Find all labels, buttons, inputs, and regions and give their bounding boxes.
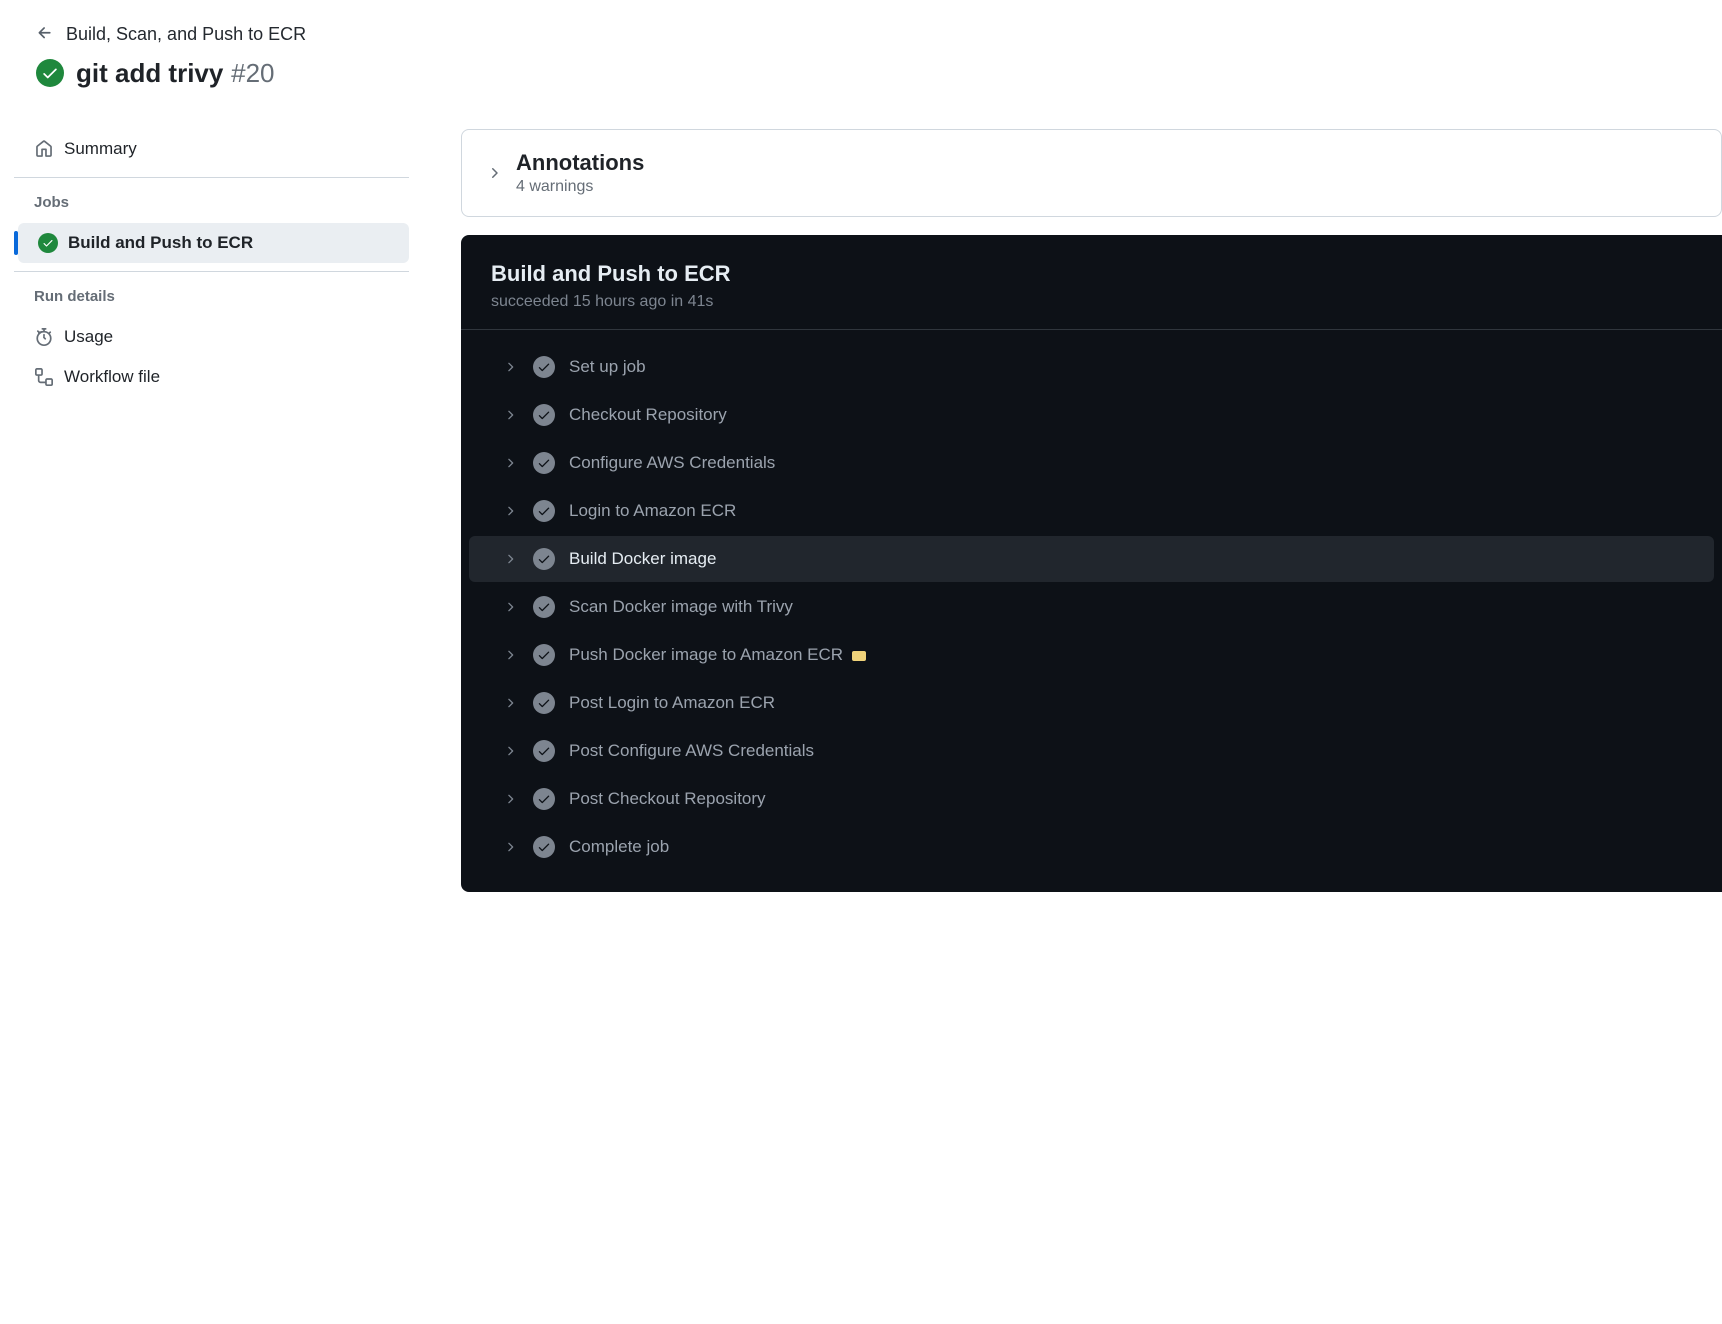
step-row[interactable]: Set up job [469,344,1714,390]
step-row[interactable]: Post Configure AWS Credentials [469,728,1714,774]
job-status-text: succeeded 15 hours ago in 41s [491,293,1692,311]
sidebar-item-usage[interactable]: Usage [14,317,409,357]
sidebar-item-job[interactable]: Build and Push to ECR [18,223,409,263]
annotations-title: Annotations [516,150,644,176]
sidebar-jobs-heading: Jobs [14,178,409,223]
chevron-right-icon [503,840,519,854]
step-row[interactable]: Complete job [469,824,1714,870]
run-number: #20 [231,58,274,88]
chevron-right-icon [503,792,519,806]
sidebar-summary-label: Summary [64,139,137,159]
sidebar-item-summary[interactable]: Summary [14,129,409,169]
step-label: Post Login to Amazon ECR [569,693,775,713]
chevron-right-icon [503,648,519,662]
success-icon [533,836,555,858]
step-row[interactable]: Post Login to Amazon ECR [469,680,1714,726]
sidebar-run-details-heading: Run details [14,272,409,317]
workflow-icon [34,367,54,387]
step-label: Configure AWS Credentials [569,453,775,473]
step-row[interactable]: Checkout Repository [469,392,1714,438]
step-label: Post Checkout Repository [569,789,766,809]
sidebar-usage-label: Usage [64,327,113,347]
sidebar-item-workflow-file[interactable]: Workflow file [14,357,409,397]
step-label: Push Docker image to Amazon ECR [569,645,866,665]
success-icon [533,692,555,714]
chevron-right-icon [503,744,519,758]
chevron-right-icon [503,552,519,566]
steps-list: Set up job Checkout Repository Configure A… [461,330,1722,884]
step-badge-icon [852,651,866,661]
job-title: Build and Push to ECR [491,261,1692,287]
chevron-right-icon [503,504,519,518]
step-label: Login to Amazon ECR [569,501,736,521]
chevron-right-icon [486,165,502,181]
success-icon [533,596,555,618]
success-icon [533,452,555,474]
step-label: Complete job [569,837,669,857]
step-row[interactable]: Configure AWS Credentials [469,440,1714,486]
main-content: Annotations 4 warnings Build and Push to… [461,129,1722,892]
success-icon [533,740,555,762]
step-label: Checkout Repository [569,405,727,425]
success-icon [533,644,555,666]
success-icon [533,356,555,378]
success-icon [36,59,64,87]
page-title: git add trivy #20 [76,57,275,89]
chevron-right-icon [503,456,519,470]
run-header: git add trivy #20 [36,57,1722,89]
annotations-card[interactable]: Annotations 4 warnings [461,129,1722,217]
sidebar: Summary Jobs Build and Push to ECR Run d… [14,129,409,405]
step-label: Build Docker image [569,549,716,569]
success-icon [533,500,555,522]
breadcrumb-workflow-name[interactable]: Build, Scan, and Push to ECR [66,24,306,45]
step-row[interactable]: Post Checkout Repository [469,776,1714,822]
success-icon [533,788,555,810]
run-title: git add trivy [76,58,223,88]
chevron-right-icon [503,360,519,374]
step-label: Set up job [569,357,646,377]
success-icon [533,548,555,570]
step-row[interactable]: Scan Docker image with Trivy [469,584,1714,630]
success-icon [533,404,555,426]
success-icon [38,233,58,253]
chevron-right-icon [503,408,519,422]
arrow-left-icon [36,24,54,45]
job-panel-header: Build and Push to ECR succeeded 15 hours… [461,235,1722,330]
home-icon [34,139,54,159]
breadcrumb[interactable]: Build, Scan, and Push to ECR [36,24,1722,45]
step-label: Scan Docker image with Trivy [569,597,793,617]
job-panel: Build and Push to ECR succeeded 15 hours… [461,235,1722,892]
step-row[interactable]: Login to Amazon ECR [469,488,1714,534]
annotations-subtitle: 4 warnings [516,178,644,196]
step-row[interactable]: Build Docker image [469,536,1714,582]
step-label: Post Configure AWS Credentials [569,741,814,761]
sidebar-job-label: Build and Push to ECR [68,233,253,253]
chevron-right-icon [503,600,519,614]
chevron-right-icon [503,696,519,710]
stopwatch-icon [34,327,54,347]
step-row[interactable]: Push Docker image to Amazon ECR [469,632,1714,678]
sidebar-workflow-file-label: Workflow file [64,367,160,387]
